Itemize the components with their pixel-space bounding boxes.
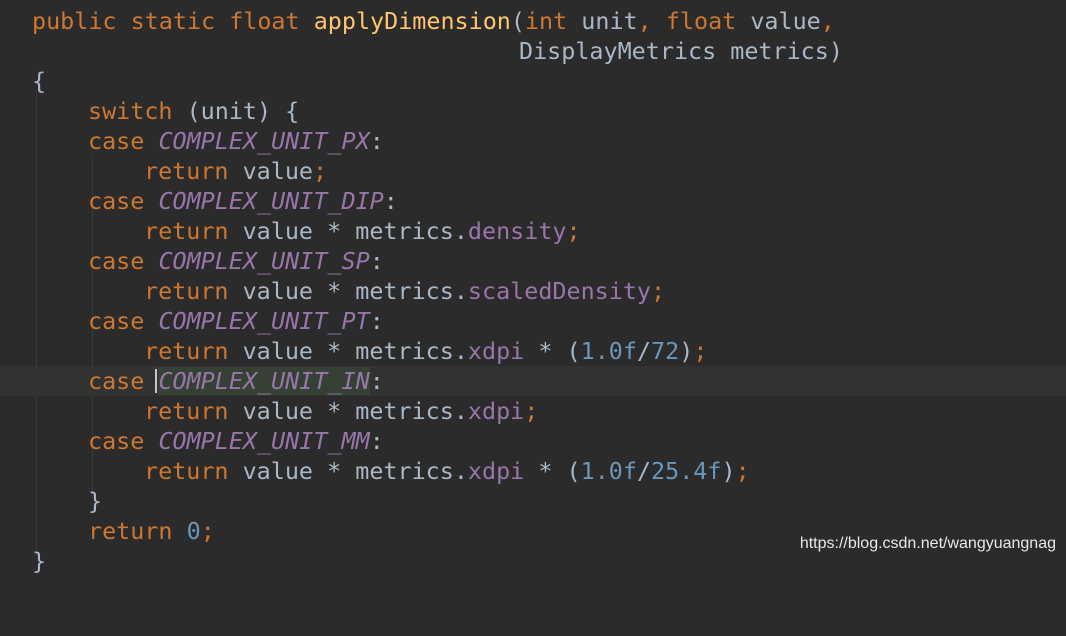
comma: ,: [820, 7, 835, 35]
semicolon: ;: [566, 217, 581, 245]
switch-expr: (unit) {: [186, 97, 300, 125]
semicolon: ;: [651, 277, 666, 305]
code-line[interactable]: case COMPLEX_UNIT_DIP:: [0, 186, 1066, 216]
brace: {: [32, 67, 47, 95]
constant: COMPLEX_UNIT_DIP: [158, 187, 384, 215]
expression: value * metrics.: [242, 397, 468, 425]
constant: COMPLEX_UNIT_PX: [158, 127, 370, 155]
code-line[interactable]: switch (unit) {: [0, 96, 1066, 126]
keyword: float: [229, 7, 300, 35]
code-line[interactable]: return value * metrics.xdpi;: [0, 396, 1066, 426]
keyword: return: [144, 217, 229, 245]
constant: COMPLEX_UNIT_PT: [158, 307, 370, 335]
expression: value * metrics.: [242, 337, 468, 365]
keyword: return: [144, 397, 229, 425]
code-line[interactable]: {: [0, 66, 1066, 96]
paren: ): [679, 337, 694, 365]
keyword: return: [144, 457, 229, 485]
number: 72: [651, 337, 680, 365]
number: 0: [186, 517, 201, 545]
semicolon: ;: [693, 337, 708, 365]
expression: value * metrics.: [242, 277, 468, 305]
constant: COMPLEX_UNIT_MM: [158, 427, 370, 455]
colon: :: [383, 187, 398, 215]
keyword: case: [88, 247, 145, 275]
expression: value * metrics.: [242, 457, 468, 485]
param: value: [750, 7, 821, 35]
param: unit: [581, 7, 638, 35]
param: metrics: [730, 37, 829, 65]
code-line[interactable]: case COMPLEX_UNIT_MM:: [0, 426, 1066, 456]
keyword: return: [144, 277, 229, 305]
semicolon: ;: [200, 517, 215, 545]
field: xdpi: [467, 337, 525, 365]
colon: :: [369, 127, 384, 155]
comma: ,: [637, 7, 652, 35]
code-line[interactable]: case COMPLEX_UNIT_PX:: [0, 126, 1066, 156]
semicolon: ;: [735, 457, 750, 485]
constant: COMPLEX_UNIT_IN: [158, 367, 370, 395]
keyword: public: [32, 7, 117, 35]
number: 1.0f: [580, 337, 637, 365]
keyword: return: [144, 337, 229, 365]
constant: COMPLEX_UNIT_SP: [158, 247, 370, 275]
code-line[interactable]: return value * metrics.density;: [0, 216, 1066, 246]
code-line[interactable]: case COMPLEX_UNIT_PT:: [0, 306, 1066, 336]
keyword: return: [144, 157, 229, 185]
code-line[interactable]: return value * metrics.scaledDensity;: [0, 276, 1066, 306]
paren: ): [828, 37, 843, 65]
field: density: [467, 217, 567, 245]
keyword: case: [88, 307, 145, 335]
text-caret: [155, 369, 157, 393]
keyword: case: [88, 427, 145, 455]
code-line[interactable]: return value;: [0, 156, 1066, 186]
operator: * (: [524, 337, 581, 365]
code-line[interactable]: return value * metrics.xdpi * (1.0f/25.4…: [0, 456, 1066, 486]
watermark: https://blog.csdn.net/wangyuangnag: [799, 535, 1056, 552]
field: scaledDensity: [467, 277, 651, 305]
colon: :: [369, 367, 384, 395]
semicolon: ;: [524, 397, 539, 425]
brace: }: [88, 487, 103, 515]
current-line[interactable]: case COMPLEX_UNIT_IN:: [0, 366, 1066, 396]
colon: :: [369, 307, 384, 335]
type-name: DisplayMetrics: [519, 37, 717, 65]
number: 25.4f: [651, 457, 722, 485]
code-line[interactable]: case COMPLEX_UNIT_SP:: [0, 246, 1066, 276]
operator: /: [636, 457, 652, 485]
paren: ): [721, 457, 736, 485]
keyword: int: [524, 7, 568, 35]
semicolon: ;: [313, 157, 328, 185]
paren: (: [510, 7, 525, 35]
keyword: switch: [88, 97, 173, 125]
field: xdpi: [467, 397, 525, 425]
code-line[interactable]: DisplayMetrics metrics): [0, 36, 1066, 66]
operator: * (: [524, 457, 581, 485]
colon: :: [369, 427, 384, 455]
keyword: case: [88, 127, 145, 155]
keyword: static: [130, 7, 216, 35]
code-editor[interactable]: public static float applyDimension(int u…: [0, 0, 1066, 575]
brace: }: [32, 547, 47, 575]
keyword: case: [88, 187, 145, 215]
keyword: case: [88, 367, 145, 395]
number: 1.0f: [580, 457, 637, 485]
expression: value * metrics.: [242, 217, 468, 245]
colon: :: [369, 247, 384, 275]
keyword: return: [88, 517, 173, 545]
code-line[interactable]: return value * metrics.xdpi * (1.0f/72);: [0, 336, 1066, 366]
code-line[interactable]: public static float applyDimension(int u…: [0, 6, 1066, 36]
field: xdpi: [467, 457, 525, 485]
expression: value: [242, 157, 314, 185]
code-line[interactable]: }: [0, 486, 1066, 516]
method-name: applyDimension: [313, 7, 511, 35]
keyword: float: [665, 7, 737, 35]
operator: /: [636, 337, 652, 365]
